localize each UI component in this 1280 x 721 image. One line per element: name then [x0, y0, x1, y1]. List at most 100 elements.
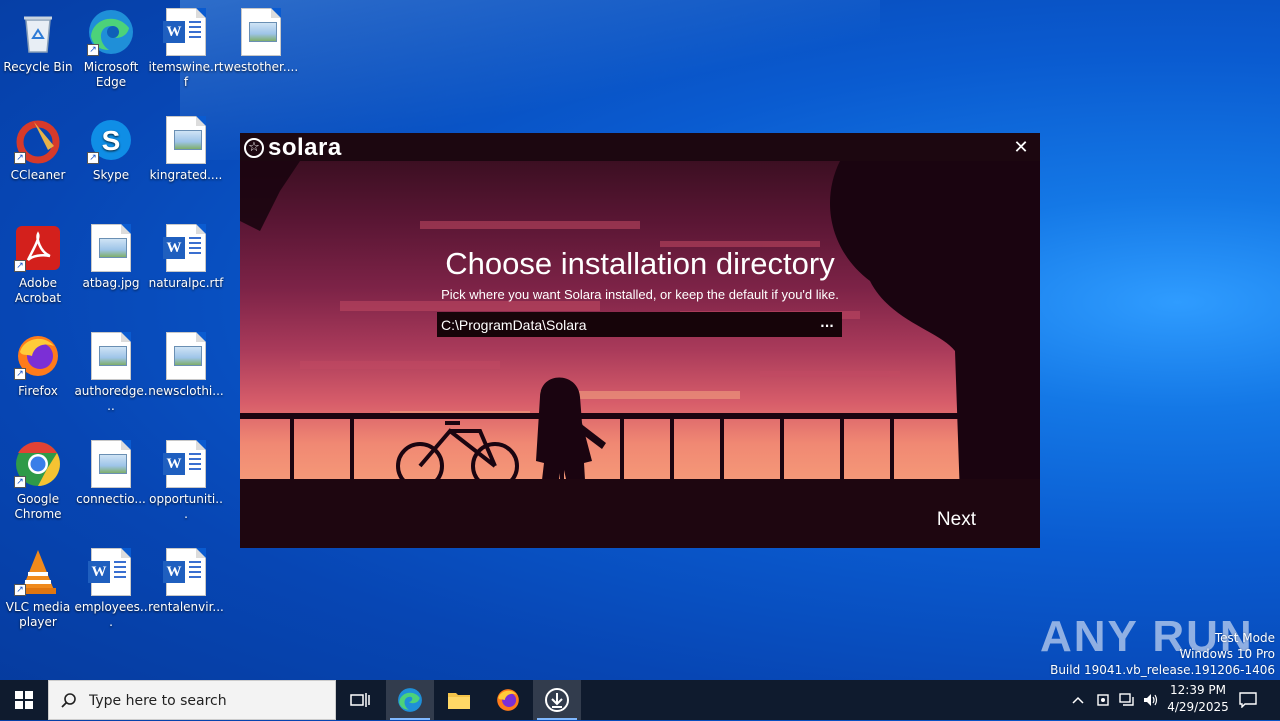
chrome-icon: ↗: [14, 440, 62, 488]
taskbar-edge-button[interactable]: [386, 680, 434, 720]
word-doc-icon: W: [163, 548, 206, 596]
svg-text:S: S: [102, 125, 121, 156]
tray-volume-button[interactable]: [1140, 680, 1162, 720]
windows-test-mode-watermark: Test Mode Windows 10 Pro Build 19041.vb_…: [1050, 630, 1275, 678]
windows-logo-icon: [15, 691, 33, 709]
ccleaner-icon: ↗: [14, 116, 62, 164]
desktop-icon-recycle-bin[interactable]: Recycle Bin: [0, 8, 76, 75]
desktop-icon-label: Recycle Bin: [3, 60, 73, 74]
install-path-field: ...: [437, 312, 842, 337]
desktop-icon-label: newsclothi...: [148, 384, 224, 398]
search-icon: [61, 693, 76, 708]
task-view-icon: [350, 693, 370, 707]
desktop-icon-firefox[interactable]: ↗ Firefox: [0, 332, 76, 399]
desktop-icon-ccleaner[interactable]: ↗ CCleaner: [0, 116, 76, 183]
desktop-icon-naturalpc[interactable]: W naturalpc.rtf: [148, 224, 224, 291]
shortcut-arrow-icon: ↗: [14, 476, 26, 488]
acrobat-icon: ↗: [14, 224, 62, 272]
desktop-icon-employees[interactable]: W employees...: [73, 548, 149, 630]
show-hidden-icons-button[interactable]: [1068, 680, 1088, 720]
desktop-icon-label: authoredge...: [74, 384, 148, 413]
firefox-icon: [497, 689, 519, 711]
page-title: Choose installation directory: [445, 246, 835, 281]
chevron-up-icon: [1072, 696, 1084, 704]
desktop-icon-label: naturalpc.rtf: [148, 276, 224, 290]
desktop-icon-newsclothi[interactable]: newsclothi...: [148, 332, 224, 399]
shortcut-arrow-icon: ↗: [87, 44, 99, 56]
desktop-icon-itemswine[interactable]: W itemswine.rtf: [148, 8, 224, 90]
network-icon: [1119, 693, 1134, 706]
recycle-bin-icon: [14, 8, 62, 56]
desktop-icon-label: Google Chrome: [14, 492, 62, 521]
desktop-icon-label: westother....: [223, 60, 299, 74]
search-input[interactable]: [87, 681, 331, 721]
taskbar-installer-button[interactable]: [533, 680, 581, 720]
desktop-icon-vlc[interactable]: ↗ VLC media player: [0, 548, 76, 630]
vlc-icon: ↗: [14, 548, 62, 596]
skype-icon: S ↗: [87, 116, 135, 164]
taskbar-file-explorer-button[interactable]: [435, 680, 483, 720]
watermark-line: Windows 10 Pro: [1179, 647, 1275, 661]
next-button[interactable]: Next: [937, 509, 976, 531]
desktop-icon-connectio[interactable]: connectio...: [73, 440, 149, 507]
word-doc-icon: W: [163, 224, 206, 272]
tray-sandbox-button[interactable]: [1092, 680, 1114, 720]
folder-icon: [448, 693, 470, 709]
word-doc-icon: W: [163, 8, 206, 56]
shortcut-arrow-icon: ↗: [14, 260, 26, 272]
desktop-icon-acrobat[interactable]: ↗ Adobe Acrobat: [0, 224, 76, 306]
notification-icon: [1239, 692, 1257, 708]
tray-network-button[interactable]: [1116, 680, 1138, 720]
download-installer-icon: [545, 688, 569, 712]
solara-installer-window[interactable]: ☆ solara ✕ Choose installation directory…: [240, 133, 1040, 548]
clock-date: 4/29/2025: [1167, 700, 1229, 714]
desktop-icon-label: Firefox: [18, 384, 58, 398]
firefox-icon: ↗: [14, 332, 62, 380]
task-view-button[interactable]: [336, 680, 384, 720]
shortcut-arrow-icon: ↗: [14, 584, 26, 596]
shortcut-arrow-icon: ↗: [14, 152, 26, 164]
desktop-icon-label: employees...: [74, 600, 148, 629]
desktop-icon-label: opportuniti...: [149, 492, 223, 521]
shortcut-arrow-icon: ↗: [87, 152, 99, 164]
shortcut-arrow-icon: ↗: [14, 368, 26, 380]
desktop-icon-label: Adobe Acrobat: [14, 276, 62, 305]
desktop-icon-westother[interactable]: westother....: [223, 8, 299, 75]
desktop-icon-opportuniti[interactable]: W opportuniti...: [148, 440, 224, 522]
desktop-icon-label: VLC media player: [5, 600, 71, 629]
desktop-icon-atbag[interactable]: atbag.jpg: [73, 224, 149, 291]
desktop-icon-chrome[interactable]: ↗ Google Chrome: [0, 440, 76, 522]
desktop-icon-label: Microsoft Edge: [83, 60, 139, 89]
taskbar-search-box[interactable]: [48, 680, 336, 721]
browse-button[interactable]: ...: [816, 314, 838, 334]
desktop-icon-label: atbag.jpg: [82, 276, 140, 290]
desktop-icon-label: itemswine.rtf: [148, 60, 224, 89]
image-file-icon: [241, 8, 281, 56]
desktop-icon-label: rentalenvir...: [148, 600, 224, 614]
install-path-input[interactable]: [437, 312, 811, 337]
image-file-icon: [166, 116, 206, 164]
start-button[interactable]: [0, 680, 48, 720]
word-doc-icon: W: [163, 440, 206, 488]
watermark-line: Test Mode: [1214, 631, 1275, 645]
taskbar: 12:39 PM 4/29/2025: [0, 680, 1280, 721]
desktop-icon-label: connectio...: [76, 492, 146, 506]
image-file-icon: [91, 440, 131, 488]
image-file-icon: [91, 332, 131, 380]
edge-icon: ↗: [87, 8, 135, 56]
solara-logo: ☆ solara: [244, 135, 342, 161]
taskbar-clock[interactable]: 12:39 PM 4/29/2025: [1160, 682, 1236, 716]
installer-titlebar: [240, 133, 1040, 161]
desktop-icon-label: Skype: [92, 168, 130, 182]
taskbar-firefox-button[interactable]: [484, 680, 532, 720]
desktop-icon-skype[interactable]: S ↗ Skype: [73, 116, 149, 183]
page-subtitle: Pick where you want Solara installed, or…: [441, 287, 839, 302]
desktop-icon-edge[interactable]: ↗ Microsoft Edge: [73, 8, 149, 90]
desktop-icon-rentalenvir[interactable]: W rentalenvir...: [148, 548, 224, 615]
action-center-button[interactable]: [1236, 680, 1260, 720]
edge-icon: [398, 688, 422, 712]
close-button[interactable]: ✕: [1008, 135, 1034, 161]
desktop-icon-authoredge[interactable]: authoredge...: [73, 332, 149, 414]
desktop-icon-kingrated[interactable]: kingrated....: [148, 116, 224, 183]
word-doc-icon: W: [88, 548, 131, 596]
